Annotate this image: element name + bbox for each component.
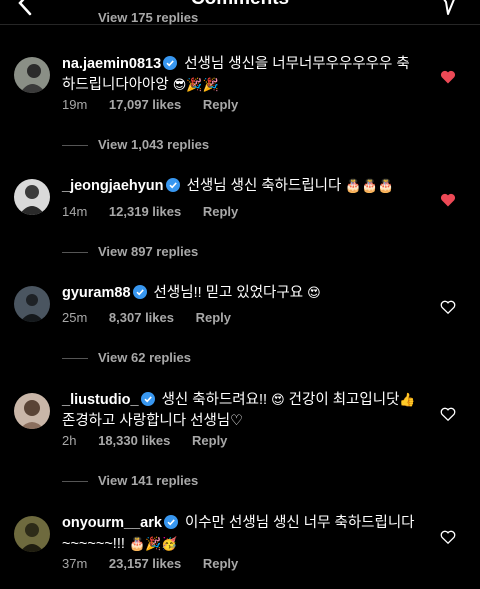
view-replies-link[interactable]: View 62 replies — [62, 350, 191, 365]
comment-time: 14m — [62, 204, 88, 219]
verified-badge-icon — [165, 178, 180, 192]
view-replies-link[interactable]: View 141 replies — [62, 473, 198, 488]
verified-badge-icon — [163, 56, 178, 70]
likes-count[interactable]: 23,157 likes — [109, 556, 181, 571]
comments-header: Comments — [0, 0, 480, 25]
verified-badge-icon — [163, 515, 178, 529]
emoji-thumbs-up: 👍 — [399, 392, 416, 407]
comment-username[interactable]: gyuram88 — [62, 285, 131, 301]
reply-button[interactable]: Reply — [203, 204, 238, 219]
likes-count[interactable]: 12,319 likes — [109, 204, 181, 219]
comment-time: 2h — [62, 433, 77, 448]
avatar[interactable] — [14, 393, 50, 429]
comment-meta: 2h 18,330 likes Reply — [62, 433, 245, 448]
view-replies-link[interactable]: View 897 replies — [62, 244, 198, 259]
comment-time: 37m — [62, 556, 88, 571]
comment-text: _jeongjaehyun 선생님 생신 축하드립니다 🎂🎂🎂 — [62, 178, 394, 194]
comment-text: gyuram88 선생님!! 믿고 있었다구요 😍 — [62, 285, 321, 301]
likes-count[interactable]: 8,307 likes — [109, 310, 174, 325]
avatar[interactable] — [14, 516, 50, 552]
reply-button[interactable]: Reply — [196, 310, 231, 325]
comment-username[interactable]: _jeongjaehyun — [62, 178, 164, 194]
comment-meta: 25m 8,307 likes Reply — [62, 310, 249, 325]
heart-outline-icon[interactable] — [440, 406, 456, 422]
heart-outline-icon[interactable] — [440, 529, 456, 545]
comment-meta: 14m 12,319 likes Reply — [62, 204, 256, 219]
comment-meta: 37m 23,157 likes Reply — [62, 556, 256, 571]
avatar-photo-icon — [14, 179, 50, 215]
comment-time: 19m — [62, 97, 88, 112]
replies-divider-line — [62, 252, 88, 254]
comment-time: 25m — [62, 310, 88, 325]
comment-meta: 19m 17,097 likes Reply — [62, 97, 256, 112]
likes-count[interactable]: 17,097 likes — [109, 97, 181, 112]
verified-badge-icon — [140, 392, 155, 406]
emoji-cake: 🎂🎂🎂 — [345, 178, 394, 193]
likes-count[interactable]: 18,330 likes — [98, 433, 170, 448]
direct-share-icon[interactable] — [436, 0, 460, 16]
comment-text: onyourm__ark 이수만 선생님 생신 너무 축하드립니다 ~~~~~~… — [62, 515, 415, 552]
emoji-heart-eyes: 😍 — [307, 285, 321, 300]
emoji-cake-party: 🎂🎉🥳 — [128, 536, 178, 551]
avatar[interactable] — [14, 179, 50, 215]
replies-divider-line — [62, 145, 88, 147]
emoji-sunglasses-party: 😎🎉🎉 — [172, 77, 219, 92]
comment-text: na.jaemin0813 선생님 생신을 너무너무우우우우우 축하드립니다아아… — [62, 56, 410, 93]
replies-divider-line — [62, 481, 88, 483]
avatar[interactable] — [14, 57, 50, 93]
verified-badge-icon — [132, 285, 147, 299]
heart-filled-icon[interactable] — [440, 192, 456, 208]
replies-divider-line — [62, 358, 88, 360]
avatar-photo-icon — [14, 393, 50, 429]
view-replies-link[interactable]: View 1,043 replies — [62, 137, 209, 152]
heart-outline-icon[interactable] — [440, 299, 456, 315]
reply-button[interactable]: Reply — [203, 556, 238, 571]
reply-button[interactable]: Reply — [203, 97, 238, 112]
page-title: Comments — [0, 0, 480, 10]
comment-text: _liustudio_ 생신 축하드려요!! 😍 건강이 최고입니닷👍 존경하고… — [62, 392, 416, 429]
avatar-photo-icon — [14, 57, 50, 93]
reply-button[interactable]: Reply — [192, 433, 227, 448]
comment-username[interactable]: onyourm__ark — [62, 515, 162, 531]
comment-username[interactable]: na.jaemin0813 — [62, 56, 161, 72]
emoji-heart-eyes: 😍 — [271, 392, 285, 407]
comment-username[interactable]: _liustudio_ — [62, 392, 139, 408]
view-replies-link-top[interactable]: View 175 replies — [98, 10, 198, 25]
heart-filled-icon[interactable] — [440, 69, 456, 85]
avatar-photo-icon — [14, 516, 50, 552]
avatar-photo-icon — [14, 286, 50, 322]
avatar[interactable] — [14, 286, 50, 322]
